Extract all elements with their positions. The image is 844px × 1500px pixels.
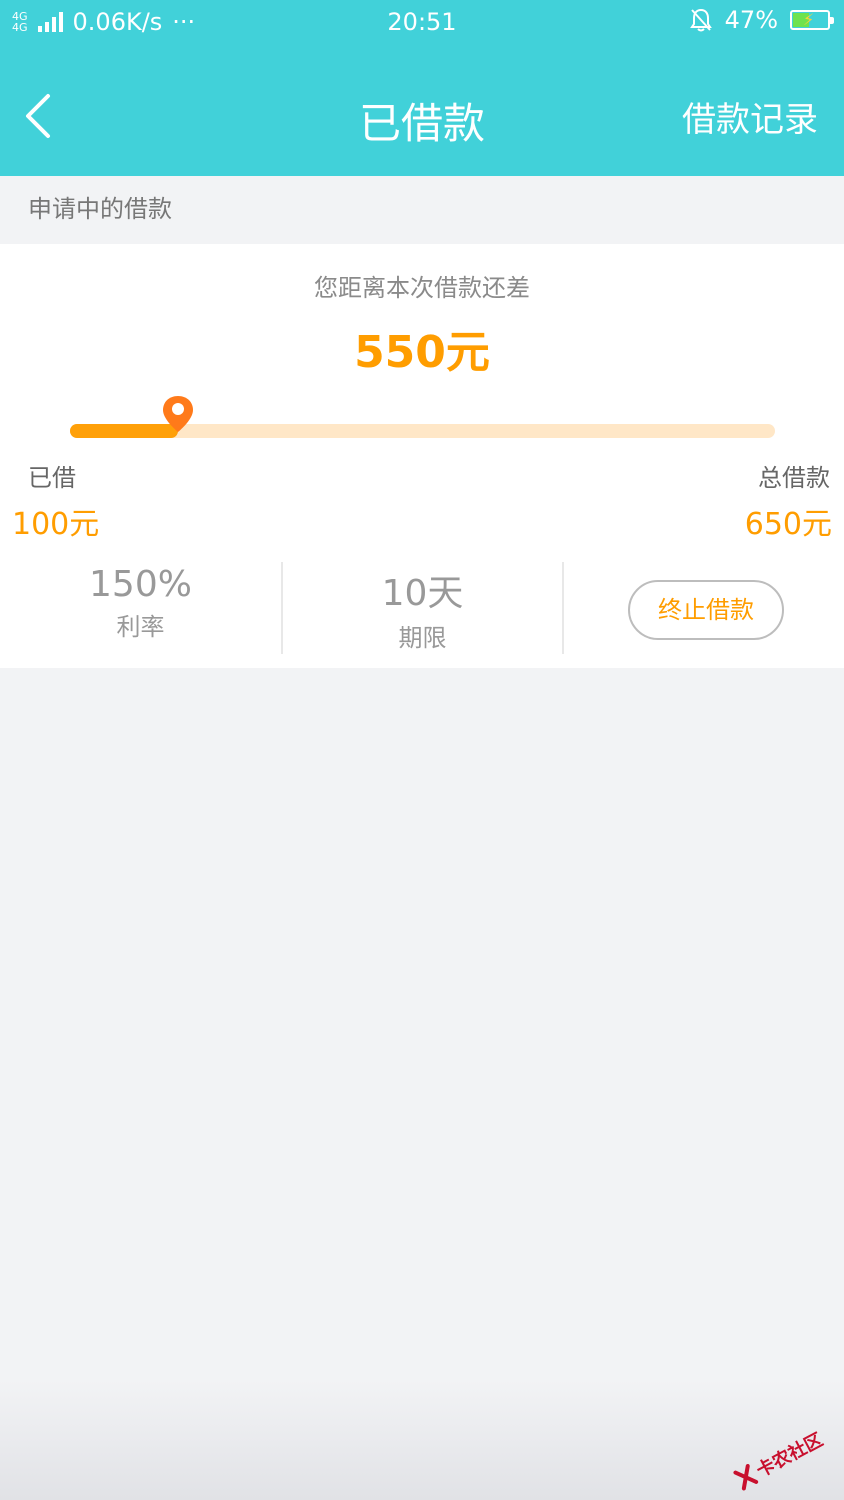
battery-icon: ⚡: [790, 10, 834, 30]
rate-value: 150%: [89, 564, 192, 605]
loan-progress-bar: [70, 396, 775, 438]
total-label: 总借款: [758, 464, 830, 492]
header-bar: 4G 4G 0.06K/s ··· 20:51 47% ⚡ 已借款 借款记录: [0, 0, 844, 176]
total-value: 650元: [744, 507, 832, 542]
borrowed-value: 100元: [12, 507, 100, 542]
status-bar: 4G 4G 0.06K/s ··· 20:51 47% ⚡: [0, 0, 844, 46]
remaining-amount: 550元: [354, 327, 490, 378]
borrowed-label: 已借: [28, 464, 76, 492]
rate-label: 利率: [116, 613, 165, 641]
battery-percent: 47%: [724, 6, 778, 34]
section-label: 申请中的借款: [28, 195, 172, 223]
term-value: 10天: [381, 573, 464, 614]
status-right: 47% ⚡: [689, 6, 834, 34]
stat-divider: [562, 562, 564, 654]
location-pin-icon: [163, 396, 194, 432]
remaining-text: 您距离本次借款还差: [314, 274, 530, 302]
rate-stat: 150% 利率: [0, 564, 281, 642]
loan-records-link[interactable]: 借款记录: [682, 92, 818, 141]
stop-loan-button[interactable]: 终止借款: [628, 580, 784, 640]
bell-muted-icon: [689, 8, 712, 32]
loan-card: 您距离本次借款还差 550元 已借 100元 总借款 650元 150% 利率 …: [0, 244, 844, 668]
charging-icon: ⚡: [803, 10, 815, 29]
term-label: 期限: [398, 624, 447, 652]
bottom-shade: [0, 1380, 844, 1500]
term-stat: 10天 期限: [282, 564, 563, 653]
